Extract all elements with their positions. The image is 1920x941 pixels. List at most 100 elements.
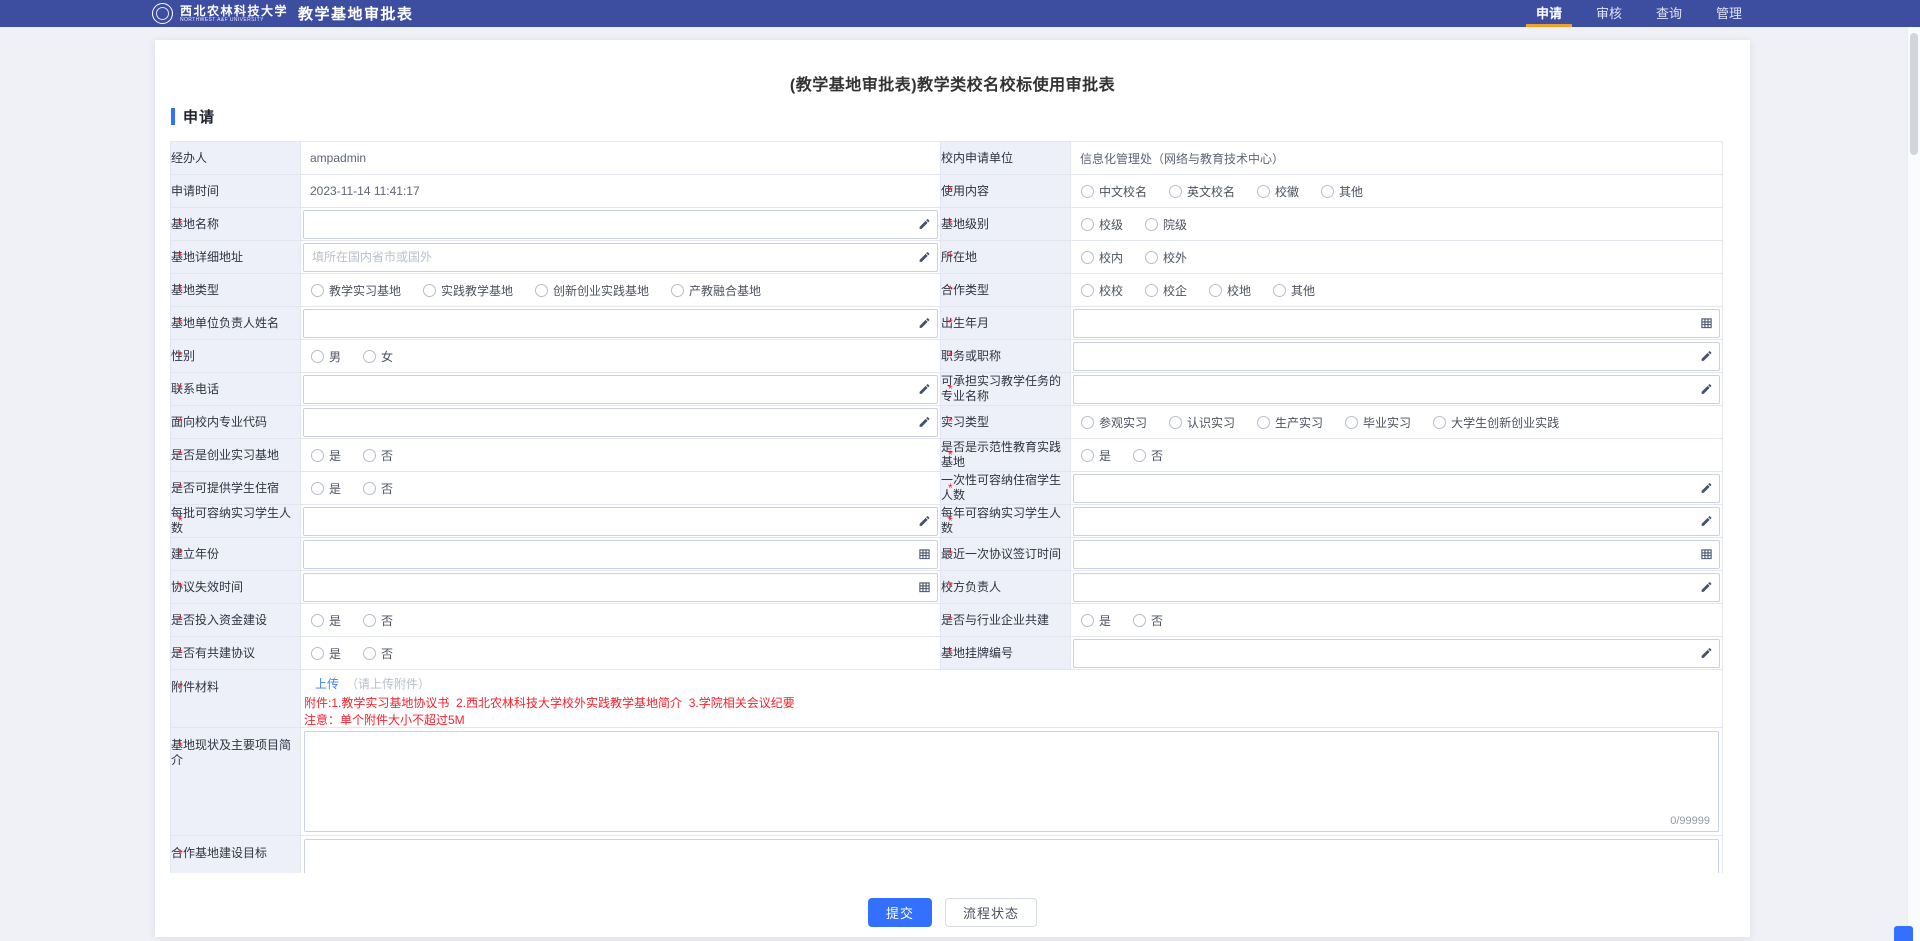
- radio-circle-icon[interactable]: [1169, 416, 1182, 429]
- text-input[interactable]: [1074, 574, 1719, 601]
- radio-option[interactable]: 否: [363, 645, 393, 662]
- nav-item-2[interactable]: 查询: [1656, 0, 1682, 27]
- radio-circle-icon[interactable]: [1433, 416, 1446, 429]
- date-input[interactable]: [304, 541, 937, 568]
- date-input[interactable]: [304, 574, 937, 601]
- radio-option[interactable]: 其他: [1273, 282, 1315, 299]
- radio-circle-icon[interactable]: [1145, 218, 1158, 231]
- radio-option[interactable]: 是: [311, 645, 341, 662]
- flow-status-button[interactable]: 流程状态: [945, 898, 1037, 927]
- pencil-icon[interactable]: [1700, 383, 1713, 396]
- text-input[interactable]: [1074, 376, 1719, 403]
- nav-item-1[interactable]: 审核: [1596, 0, 1622, 27]
- text-input[interactable]: [304, 508, 937, 535]
- radio-option[interactable]: 生产实习: [1257, 414, 1323, 431]
- pencil-icon[interactable]: [918, 416, 931, 429]
- radio-option[interactable]: 实践教学基地: [423, 282, 513, 299]
- floating-corner-button[interactable]: [1894, 926, 1913, 941]
- radio-option[interactable]: 校企: [1145, 282, 1187, 299]
- pencil-icon[interactable]: [1700, 482, 1713, 495]
- calendar-icon[interactable]: [918, 581, 931, 594]
- text-input[interactable]: [1074, 508, 1719, 535]
- radio-option[interactable]: 院级: [1145, 216, 1187, 233]
- radio-option[interactable]: 参观实习: [1081, 414, 1147, 431]
- text-input[interactable]: [304, 211, 937, 238]
- radio-option[interactable]: 中文校名: [1081, 183, 1147, 200]
- radio-option[interactable]: 是: [1081, 612, 1111, 629]
- textarea-input[interactable]: 0/99999: [304, 731, 1719, 832]
- radio-circle-icon[interactable]: [311, 614, 324, 627]
- radio-option[interactable]: 产教融合基地: [671, 282, 761, 299]
- radio-option[interactable]: 是: [311, 480, 341, 497]
- radio-option[interactable]: 校内: [1081, 249, 1123, 266]
- radio-circle-icon[interactable]: [1321, 185, 1334, 198]
- radio-circle-icon[interactable]: [671, 284, 684, 297]
- nav-item-0[interactable]: 申请: [1536, 0, 1562, 27]
- radio-circle-icon[interactable]: [363, 449, 376, 462]
- radio-circle-icon[interactable]: [311, 482, 324, 495]
- radio-circle-icon[interactable]: [311, 284, 324, 297]
- radio-option[interactable]: 校校: [1081, 282, 1123, 299]
- date-input[interactable]: [1074, 541, 1719, 568]
- radio-circle-icon[interactable]: [1145, 251, 1158, 264]
- pencil-icon[interactable]: [1700, 647, 1713, 660]
- radio-circle-icon[interactable]: [1081, 416, 1094, 429]
- text-input[interactable]: [1074, 640, 1719, 667]
- radio-option[interactable]: 校地: [1209, 282, 1251, 299]
- pencil-icon[interactable]: [918, 383, 931, 396]
- pencil-icon[interactable]: [918, 218, 931, 231]
- radio-circle-icon[interactable]: [363, 350, 376, 363]
- textarea-input[interactable]: [304, 839, 1719, 873]
- radio-option[interactable]: 是: [311, 612, 341, 629]
- radio-option[interactable]: 否: [363, 480, 393, 497]
- radio-option[interactable]: 大学生创新创业实践: [1433, 414, 1559, 431]
- radio-circle-icon[interactable]: [1081, 284, 1094, 297]
- radio-circle-icon[interactable]: [1081, 218, 1094, 231]
- text-input[interactable]: [1074, 343, 1719, 370]
- radio-circle-icon[interactable]: [363, 482, 376, 495]
- pencil-icon[interactable]: [918, 251, 931, 264]
- text-input[interactable]: [304, 310, 937, 337]
- radio-circle-icon[interactable]: [363, 647, 376, 660]
- radio-circle-icon[interactable]: [1257, 416, 1270, 429]
- radio-circle-icon[interactable]: [363, 614, 376, 627]
- radio-circle-icon[interactable]: [1145, 284, 1158, 297]
- calendar-icon[interactable]: [918, 548, 931, 561]
- pencil-icon[interactable]: [1700, 581, 1713, 594]
- radio-option[interactable]: 认识实习: [1169, 414, 1235, 431]
- radio-circle-icon[interactable]: [1209, 284, 1222, 297]
- radio-circle-icon[interactable]: [535, 284, 548, 297]
- radio-circle-icon[interactable]: [1169, 185, 1182, 198]
- text-input[interactable]: [304, 409, 937, 436]
- radio-option[interactable]: 校徽: [1257, 183, 1299, 200]
- scrollbar-thumb[interactable]: [1910, 33, 1918, 155]
- radio-option[interactable]: 否: [363, 612, 393, 629]
- date-input[interactable]: [1074, 310, 1719, 337]
- radio-circle-icon[interactable]: [311, 449, 324, 462]
- radio-option[interactable]: 男: [311, 348, 341, 365]
- nav-item-3[interactable]: 管理: [1716, 0, 1742, 27]
- pencil-icon[interactable]: [1700, 515, 1713, 528]
- text-input[interactable]: [1074, 475, 1719, 502]
- radio-circle-icon[interactable]: [1081, 614, 1094, 627]
- pencil-icon[interactable]: [918, 515, 931, 528]
- radio-option[interactable]: 是: [311, 447, 341, 464]
- radio-circle-icon[interactable]: [311, 350, 324, 363]
- text-input[interactable]: [304, 244, 937, 271]
- radio-option[interactable]: 否: [363, 447, 393, 464]
- radio-circle-icon[interactable]: [1081, 449, 1094, 462]
- radio-circle-icon[interactable]: [1081, 251, 1094, 264]
- radio-option[interactable]: 创新创业实践基地: [535, 282, 649, 299]
- radio-circle-icon[interactable]: [1133, 614, 1146, 627]
- radio-option[interactable]: 其他: [1321, 183, 1363, 200]
- calendar-icon[interactable]: [1700, 317, 1713, 330]
- radio-option[interactable]: 是: [1081, 447, 1111, 464]
- radio-circle-icon[interactable]: [311, 647, 324, 660]
- vertical-scrollbar[interactable]: [1907, 27, 1920, 941]
- radio-circle-icon[interactable]: [1081, 185, 1094, 198]
- radio-option[interactable]: 校级: [1081, 216, 1123, 233]
- radio-option[interactable]: 否: [1133, 612, 1163, 629]
- text-input[interactable]: [304, 376, 937, 403]
- radio-circle-icon[interactable]: [1345, 416, 1358, 429]
- radio-circle-icon[interactable]: [1133, 449, 1146, 462]
